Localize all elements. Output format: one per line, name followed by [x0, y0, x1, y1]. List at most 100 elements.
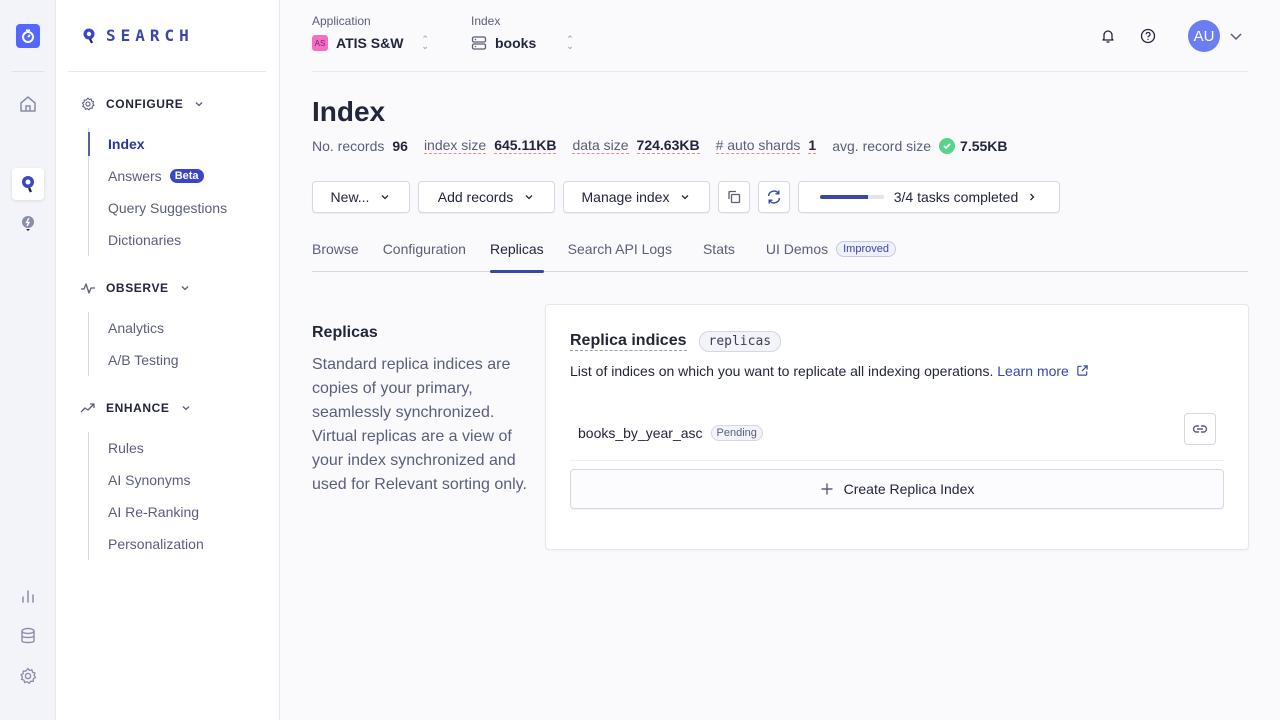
server-icon [471, 36, 487, 50]
database-icon[interactable] [12, 620, 44, 652]
copy-icon [728, 190, 741, 204]
search-product-icon[interactable] [12, 168, 44, 200]
account-chevron-down-icon[interactable] [1226, 26, 1246, 46]
sidebar-item-rules[interactable]: Rules [108, 432, 204, 464]
new-button[interactable]: New... [312, 181, 410, 213]
logo-icon[interactable] [16, 24, 40, 48]
index-size-label[interactable]: index size [423, 137, 487, 154]
section-toggle-enhance[interactable]: ENHANCE [80, 398, 204, 418]
tab-label: Stats [702, 241, 735, 257]
updown-chevron-icon: ⌃ ⌄ [566, 34, 574, 51]
data-size-value: 724.63KB [636, 137, 700, 154]
chevron-down-icon [182, 406, 190, 411]
section-items: Rules AI Synonyms AI Re-Ranking Personal… [88, 432, 204, 560]
tab-configuration[interactable]: Configuration [383, 232, 466, 272]
trend-up-icon [80, 403, 95, 413]
sidebar-item-ai-reranking[interactable]: AI Re-Ranking [108, 496, 204, 528]
recommend-bulb-icon[interactable] [12, 208, 44, 240]
search-logo-icon [83, 28, 95, 43]
sidebar-item-ab-testing[interactable]: A/B Testing [108, 344, 191, 376]
sidebar-item-answers[interactable]: Answers Beta [108, 160, 227, 192]
records-label: No. records [312, 137, 385, 154]
tab-replicas[interactable]: Replicas [489, 232, 544, 273]
section-label: ENHANCE [106, 401, 170, 415]
application-dropdown[interactable]: AS ATIS S&W ⌃ ⌄ [312, 35, 429, 51]
tasks-progress-button[interactable]: 3/4 tasks completed [798, 181, 1060, 213]
section-items: Index Answers Beta Query Suggestions Dict… [87, 128, 227, 256]
card-description: List of indices on which you want to rep… [570, 363, 1089, 379]
card-header: Replica indices replicas [570, 331, 782, 352]
app-badge: AS [312, 35, 328, 51]
pulse-icon [81, 283, 95, 294]
replica-row: books_by_year_asc Pending [570, 405, 1224, 461]
tasks-progress-fill [819, 195, 868, 199]
sidebar-item-label: Index [108, 136, 145, 152]
sidebar-item-label: Personalization [108, 536, 204, 552]
sidebar-section-enhance: ENHANCE Rules AI Synonyms AI Re-Ranking … [80, 398, 204, 560]
sidebar-item-ai-synonyms[interactable]: AI Synonyms [108, 464, 204, 496]
shards-value: 1 [808, 137, 817, 154]
link-icon [1192, 425, 1208, 433]
check-circle-icon [939, 137, 956, 154]
avatar[interactable]: AU [1188, 20, 1220, 52]
section-toggle-observe[interactable]: OBSERVE [80, 278, 191, 298]
sidebar-item-index[interactable]: Index [87, 128, 227, 160]
chevron-down-icon [195, 102, 203, 107]
sidebar-item-query-suggestions[interactable]: Query Suggestions [108, 192, 227, 224]
replicas-section-body: Standard replica indices are copies of y… [312, 356, 527, 493]
home-icon[interactable] [12, 88, 44, 120]
tab-ui-demos[interactable]: UI Demos Improved [766, 232, 896, 272]
bell-icon[interactable] [1098, 26, 1118, 46]
index-dropdown[interactable]: books ⌃ ⌄ [471, 35, 574, 51]
brand[interactable]: SEARCH [82, 26, 194, 45]
learn-more-link[interactable]: Learn more [997, 363, 1088, 379]
replica-indices-card: Replica indices replicas List of indices… [545, 304, 1249, 550]
shards-label[interactable]: # auto shards [715, 137, 801, 154]
data-size-label[interactable]: data size [572, 137, 629, 154]
tasks-label: 3/4 tasks completed [893, 189, 1019, 205]
brand-name: SEARCH [106, 26, 194, 45]
sidebar-item-dictionaries[interactable]: Dictionaries [108, 224, 227, 256]
card-description-text: List of indices on which you want to rep… [570, 363, 994, 379]
section-items: Analytics A/B Testing [88, 312, 191, 376]
page-title: Index [312, 96, 386, 127]
section-toggle-configure[interactable]: CONFIGURE [80, 94, 227, 114]
tab-stats[interactable]: Stats [703, 232, 735, 272]
index-size-value: 645.11KB [494, 137, 557, 154]
sidebar-item-personalization[interactable]: Personalization [108, 528, 204, 560]
beta-badge: Beta [169, 169, 204, 183]
index-name: books [495, 35, 537, 51]
create-replica-index-button[interactable]: Create Replica Index [570, 469, 1224, 509]
tab-browse[interactable]: Browse [312, 232, 359, 272]
sidebar-item-label: A/B Testing [108, 352, 179, 368]
replica-link-button[interactable] [1184, 413, 1216, 445]
manage-index-button[interactable]: Manage index [563, 181, 710, 213]
section-label: OBSERVE [106, 281, 169, 295]
replica-name: books_by_year_asc [578, 424, 703, 441]
updown-chevron-icon: ⌃ ⌄ [421, 34, 429, 51]
chevron-down-icon [682, 195, 689, 200]
tab-label: Browse [312, 241, 359, 257]
records-value: 96 [392, 137, 408, 154]
sidebar-section-observe: OBSERVE Analytics A/B Testing [80, 278, 191, 376]
replica-indices-title[interactable]: Replica indices [570, 332, 687, 351]
copy-index-button[interactable] [718, 181, 750, 213]
chevron-down-icon [525, 195, 533, 200]
replicas-description: Replicas Standard replica indices are co… [312, 324, 532, 497]
settings-gear-icon[interactable] [12, 660, 44, 692]
help-icon[interactable] [1138, 26, 1158, 46]
app-rail [0, 0, 56, 720]
section-label: CONFIGURE [106, 97, 184, 111]
tab-label: Replicas [489, 241, 544, 257]
refresh-button[interactable] [758, 181, 790, 213]
sidebar-divider [68, 71, 266, 72]
gear-icon [81, 97, 95, 111]
avg-record-size-value: 7.55KB [960, 137, 1008, 154]
tab-search-api-logs[interactable]: Search API Logs [568, 232, 672, 272]
analytics-bars-icon[interactable] [12, 580, 44, 612]
application-selector: Application AS ATIS S&W ⌃ ⌄ [312, 14, 429, 51]
sidebar-item-label: AI Re-Ranking [108, 504, 200, 520]
new-button-label: New... [330, 189, 370, 205]
sidebar-item-analytics[interactable]: Analytics [108, 312, 191, 344]
add-records-button[interactable]: Add records [418, 181, 555, 213]
